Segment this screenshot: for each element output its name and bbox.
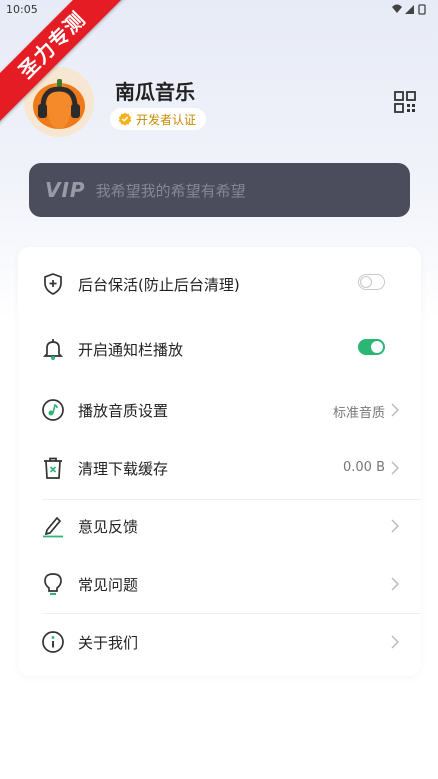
setting-about-us[interactable]: 关于我们 bbox=[18, 613, 421, 671]
setting-label: 开启通知栏播放 bbox=[78, 341, 184, 359]
lightbulb-icon bbox=[44, 573, 62, 595]
keepalive-toggle[interactable] bbox=[358, 274, 385, 290]
info-icon bbox=[42, 631, 64, 653]
developer-badge: 开发者认证 bbox=[110, 108, 207, 130]
badge-text: 开发者认证 bbox=[136, 112, 197, 127]
shield-plus-icon bbox=[44, 273, 62, 295]
setting-audio-quality[interactable]: 播放音质设置 标准音质 bbox=[18, 381, 421, 439]
chevron-right-icon bbox=[391, 519, 399, 533]
battery-icon bbox=[418, 4, 426, 15]
setting-background-keepalive[interactable]: 后台保活(防止后台清理) bbox=[18, 255, 421, 313]
app-name: 南瓜音乐 bbox=[115, 80, 195, 104]
status-time: 10:05 bbox=[6, 3, 38, 16]
setting-label: 意见反馈 bbox=[78, 518, 139, 536]
qr-code-icon[interactable] bbox=[394, 91, 416, 113]
audio-quality-value: 标准音质 bbox=[332, 406, 385, 421]
notification-toggle[interactable] bbox=[358, 339, 385, 355]
vip-banner[interactable]: VIP 我希望我的希望有希望 bbox=[29, 163, 410, 217]
setting-label: 关于我们 bbox=[78, 634, 139, 652]
setting-feedback[interactable]: 意见反馈 bbox=[18, 497, 421, 555]
setting-clear-cache[interactable]: 清理下载缓存 0.00 B bbox=[18, 439, 421, 497]
vip-logo: VIP bbox=[45, 178, 86, 202]
signal-icon bbox=[405, 5, 414, 14]
settings-card: 后台保活(防止后台清理) 开启通知栏播放 播放音质设置 标准音质 清理下载缓存 … bbox=[18, 247, 421, 676]
setting-notification-playback[interactable]: 开启通知栏播放 bbox=[18, 320, 421, 378]
music-note-icon bbox=[42, 399, 64, 421]
chevron-right-icon bbox=[391, 461, 399, 475]
setting-label: 常见问题 bbox=[78, 576, 139, 594]
setting-label: 清理下载缓存 bbox=[78, 460, 169, 478]
setting-faq[interactable]: 常见问题 bbox=[18, 555, 421, 613]
pencil-icon bbox=[43, 516, 63, 538]
cache-size-value: 0.00 B bbox=[343, 460, 385, 475]
wifi-icon bbox=[392, 4, 402, 13]
verified-icon bbox=[118, 112, 132, 126]
vip-slogan: 我希望我的希望有希望 bbox=[95, 181, 246, 200]
chevron-right-icon bbox=[391, 635, 399, 649]
chevron-right-icon bbox=[391, 577, 399, 591]
setting-label: 播放音质设置 bbox=[78, 402, 169, 420]
chevron-right-icon bbox=[391, 403, 399, 417]
trash-icon bbox=[44, 457, 62, 479]
setting-label: 后台保活(防止后台清理) bbox=[78, 276, 240, 294]
status-icons bbox=[392, 4, 426, 15]
bell-icon bbox=[42, 339, 64, 360]
